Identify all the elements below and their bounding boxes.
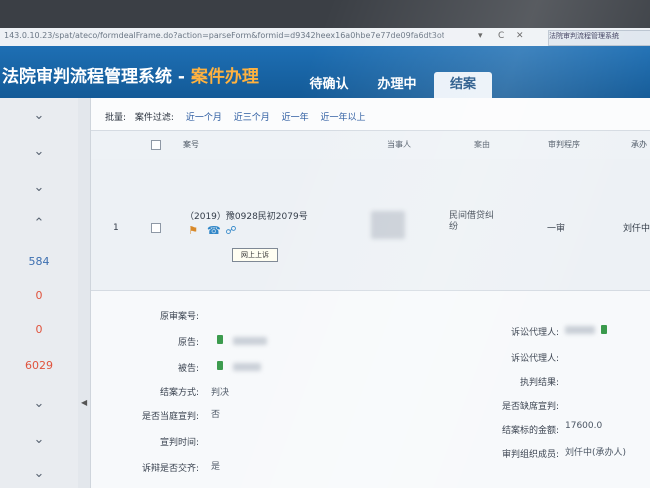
detail-agent-2-label: 诉讼代理人:: [510, 354, 559, 364]
row-status: 刘仟中: [623, 224, 650, 234]
defendant-redacted: [233, 363, 261, 371]
app-header: 法院审判流程管理系统 - 案件办理 待确认 办理中 结案: [0, 46, 650, 98]
sidebar-collapse-4[interactable]: ⌃: [0, 206, 78, 242]
page-title: 法院审判流程管理系统 - 案件办理: [2, 67, 259, 87]
party-redacted: [371, 211, 405, 239]
detail-panel-members-value: 刘仟中(承办人): [565, 448, 627, 458]
row-checkbox[interactable]: [151, 223, 161, 233]
detail-court-verdict-label: 是否当庭宣判:: [141, 412, 199, 422]
sidebar-expand-2[interactable]: ⌄: [0, 134, 78, 170]
filter-over-one-year[interactable]: 近一年以上: [321, 113, 366, 123]
stop-icon[interactable]: ✕: [516, 31, 524, 41]
sidebar-expand-6[interactable]: ⌄: [0, 422, 78, 458]
monitor-bezel: [0, 0, 650, 28]
col-cause[interactable]: 案由: [474, 139, 490, 150]
case-filter: 批量: 案件过滤: 近一个月 近三个月 近一年 近一年以上: [105, 110, 366, 123]
plaintiff-phone-icon[interactable]: [217, 335, 223, 344]
detail-filings-complete-label: 诉辩是否交齐:: [141, 464, 199, 474]
table-row[interactable]: 1 （2019）豫0928民初2079号 ⚑ ☎ ☍ 民间借贷纠纷 一审 刘仟中: [91, 159, 650, 291]
sidebar-expand-7[interactable]: ⌄: [0, 456, 78, 488]
tooltip: 网上上诉: [232, 248, 278, 262]
detail-filings-complete-value: 是: [211, 462, 221, 472]
collapse-left-icon[interactable]: ◀: [81, 398, 87, 407]
detail-panel-members-label: 审判组织成员:: [501, 450, 559, 460]
defendant-phone-icon[interactable]: [217, 361, 223, 370]
sidebar: ⌄ ⌄ ⌄ ⌃ 584 0 0 6029 ⌄ ⌄ ⌄: [0, 98, 79, 488]
screen: 143.0.10.23/spat/ateco/formdealFrame.do?…: [0, 0, 650, 488]
detail-closing-method-value: 判决: [211, 388, 230, 398]
detail-plaintiff-label: 原告:: [177, 338, 199, 348]
row-procedure: 一审: [547, 224, 566, 234]
col-procedure[interactable]: 审判程序: [548, 139, 580, 150]
sidebar-count-2[interactable]: 0: [0, 278, 78, 314]
case-detail: 原审案号: 原告: 被告: 结案方式: 判决 是否当庭宣判: 否 宣判时间: 诉…: [91, 291, 650, 488]
sidebar-count-3[interactable]: 0: [0, 312, 78, 348]
col-party[interactable]: 当事人: [387, 139, 411, 150]
page-subtitle: 案件办理: [190, 67, 259, 87]
refresh-icon[interactable]: C: [498, 31, 504, 41]
sidebar-count-1[interactable]: 584: [0, 244, 78, 280]
row-index: 1: [113, 223, 119, 233]
plaintiff-redacted: [233, 337, 267, 345]
detail-court-verdict-value: 否: [211, 410, 221, 420]
col-status[interactable]: 承办: [631, 139, 647, 150]
detail-absence-verdict-label: 是否缺席宣判:: [501, 402, 559, 412]
filter-last-three-months[interactable]: 近三个月: [234, 113, 270, 123]
tab-in-progress[interactable]: 办理中: [366, 72, 428, 98]
col-case-no[interactable]: 案号: [183, 139, 199, 150]
sidebar-expand-1[interactable]: ⌄: [0, 98, 78, 134]
detail-execution-result-label: 执判结果:: [519, 378, 559, 388]
detail-defendant-label: 被告:: [177, 364, 199, 374]
tab-closed[interactable]: 结案: [434, 72, 492, 98]
detail-agent-1-label: 诉讼代理人:: [510, 328, 559, 338]
url-text[interactable]: 143.0.10.23/spat/ateco/formdealFrame.do?…: [4, 31, 444, 43]
case-document-icon[interactable]: ⚑: [187, 225, 199, 237]
batch-label: 批量:: [105, 113, 127, 123]
detail-closing-method-label: 结案方式:: [159, 388, 199, 398]
filter-label: 案件过滤:: [134, 113, 174, 123]
agent-1-redacted: [565, 326, 595, 334]
detail-amount-value: 17600.0: [565, 421, 603, 431]
agent-1-phone-icon[interactable]: [601, 325, 607, 334]
search-dropdown-icon[interactable]: ▾: [478, 31, 483, 41]
filter-last-year[interactable]: 近一年: [282, 113, 309, 123]
select-all-checkbox[interactable]: [151, 140, 161, 150]
address-bar[interactable]: 143.0.10.23/spat/ateco/formdealFrame.do?…: [0, 28, 650, 47]
detail-original-case-label: 原审案号:: [159, 312, 199, 322]
case-phone-icon[interactable]: ☎: [207, 225, 221, 237]
browser-tab-label: 法院审判流程管理系统: [549, 32, 619, 40]
row-cause: 民间借贷纠纷: [449, 211, 495, 232]
sidebar-count-4[interactable]: 6029: [0, 348, 78, 384]
sidebar-expand-3[interactable]: ⌄: [0, 170, 78, 206]
row-case-no[interactable]: （2019）豫0928民初2079号: [185, 209, 308, 222]
online-appeal-icon[interactable]: ☍: [225, 225, 237, 237]
detail-verdict-time-label: 宣判时间:: [159, 438, 199, 448]
main-panel: 批量: 案件过滤: 近一个月 近三个月 近一年 近一年以上 案号 当事人 案由 …: [91, 98, 650, 488]
sidebar-splitter[interactable]: ◀: [78, 98, 91, 488]
filter-last-month[interactable]: 近一个月: [186, 113, 222, 123]
browser-tab[interactable]: 法院审判流程管理系统: [548, 30, 650, 46]
sidebar-expand-5[interactable]: ⌄: [0, 386, 78, 422]
tab-pending[interactable]: 待确认: [298, 72, 360, 98]
detail-amount-label: 结案标的金额:: [501, 426, 559, 436]
table-header: 案号 当事人 案由 审判程序 承办: [91, 130, 650, 160]
